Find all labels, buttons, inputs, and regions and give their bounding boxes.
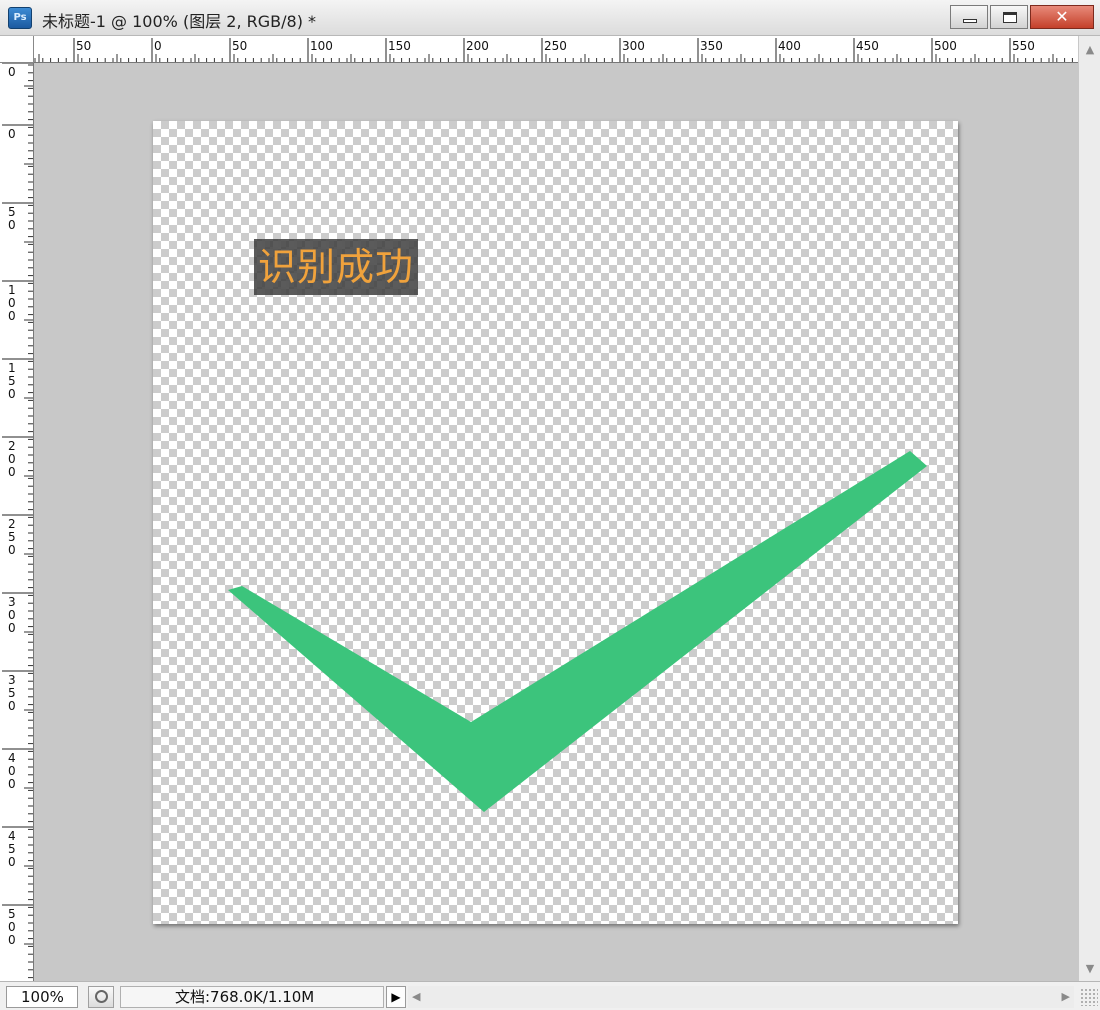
document-workspace[interactable]: 识别成功 bbox=[34, 63, 1078, 981]
window-title: 未标题-1 @ 100% (图层 2, RGB/8) * bbox=[42, 12, 317, 31]
ruler-top-label: 450 bbox=[856, 39, 879, 53]
triangle-right-icon: ▶ bbox=[391, 990, 401, 1004]
ruler-top-label: 350 bbox=[700, 39, 723, 53]
scroll-left-icon[interactable]: ◀ bbox=[412, 986, 420, 1008]
vertical-scrollbar[interactable]: ▲ ▼ bbox=[1078, 36, 1100, 981]
checkmark-icon bbox=[228, 451, 927, 812]
resize-grip-icon[interactable] bbox=[1080, 988, 1098, 1006]
ruler-top-label: 300 bbox=[622, 39, 645, 53]
document-size-info[interactable]: 文档:768.0K/1.10M bbox=[120, 986, 384, 1008]
vertical-ruler[interactable]: 0 0 50 100 150 200 250 300 350 400 450 500 bbox=[0, 63, 34, 981]
status-menu-button[interactable]: ▶ bbox=[386, 986, 406, 1008]
ruler-left-label: 100 bbox=[8, 283, 16, 323]
close-icon: ✕ bbox=[1055, 7, 1069, 26]
ruler-left-label: 450 bbox=[8, 829, 16, 869]
maximize-button[interactable] bbox=[990, 5, 1028, 29]
ruler-top-label: 50 bbox=[76, 39, 91, 53]
ruler-top-label: 250 bbox=[544, 39, 567, 53]
ruler-left-label: 0 bbox=[8, 65, 16, 79]
horizontal-ruler-ticks: 50 0 50 100 150 200 250 300 350 400 450 500 550 bbox=[34, 38, 1073, 62]
ruler-left-label: 350 bbox=[8, 673, 16, 713]
ruler-top-label: 50 bbox=[232, 39, 247, 53]
maximize-icon bbox=[1003, 12, 1017, 23]
window-controls: ✕ bbox=[950, 5, 1094, 29]
title-bar[interactable]: Ps 未标题-1 @ 100% (图层 2, RGB/8) * ✕ bbox=[0, 0, 1100, 36]
minimize-button[interactable] bbox=[950, 5, 988, 29]
ruler-left-label: 50 bbox=[8, 205, 16, 232]
status-bar: 100% 文档:768.0K/1.10M ▶ ◀ ▶ bbox=[0, 981, 1100, 1010]
ruler-origin[interactable] bbox=[0, 36, 34, 63]
horizontal-scrollbar[interactable]: ◀ ▶ bbox=[408, 986, 1074, 1008]
ruler-left-label: 400 bbox=[8, 751, 16, 791]
ruler-top-label: 150 bbox=[388, 39, 411, 53]
ruler-left-label: 500 bbox=[8, 907, 16, 947]
checkmark-layer[interactable] bbox=[153, 121, 958, 924]
ruler-top-label: 400 bbox=[778, 39, 801, 53]
vertical-ruler-ticks: 0 0 5 0 1 0 0 1 5 0 2 0 0 2 5 0 3 0 0 3 5 0 4 0 0 4 5 0 5 0 0 bbox=[2, 63, 33, 979]
scroll-down-icon[interactable]: ▼ bbox=[1079, 961, 1100, 977]
ruler-top-label: 550 bbox=[1012, 39, 1035, 53]
ruler-left-label: 150 bbox=[8, 361, 16, 401]
proof-icon bbox=[95, 990, 108, 1003]
minimize-icon bbox=[963, 19, 977, 23]
close-button[interactable]: ✕ bbox=[1030, 5, 1094, 29]
ruler-left-label: 200 bbox=[8, 439, 16, 479]
ruler-top-label: 500 bbox=[934, 39, 957, 53]
ruler-left-label: 300 bbox=[8, 595, 16, 635]
ruler-top-label: 0 bbox=[154, 39, 162, 53]
document-canvas[interactable]: 识别成功 bbox=[153, 121, 958, 924]
proof-button[interactable] bbox=[88, 986, 114, 1008]
zoom-level-field[interactable]: 100% bbox=[6, 986, 78, 1008]
photoshop-app-icon[interactable]: Ps bbox=[8, 7, 32, 29]
ruler-top-label: 100 bbox=[310, 39, 333, 53]
ruler-left-label: 250 bbox=[8, 517, 16, 557]
scroll-right-icon[interactable]: ▶ bbox=[1062, 986, 1070, 1008]
ruler-left-label: 0 bbox=[8, 127, 16, 141]
ruler-top-label: 200 bbox=[466, 39, 489, 53]
scroll-up-icon[interactable]: ▲ bbox=[1079, 42, 1100, 58]
horizontal-ruler[interactable]: 50 0 50 100 150 200 250 300 350 400 450 500 550 bbox=[34, 36, 1078, 63]
